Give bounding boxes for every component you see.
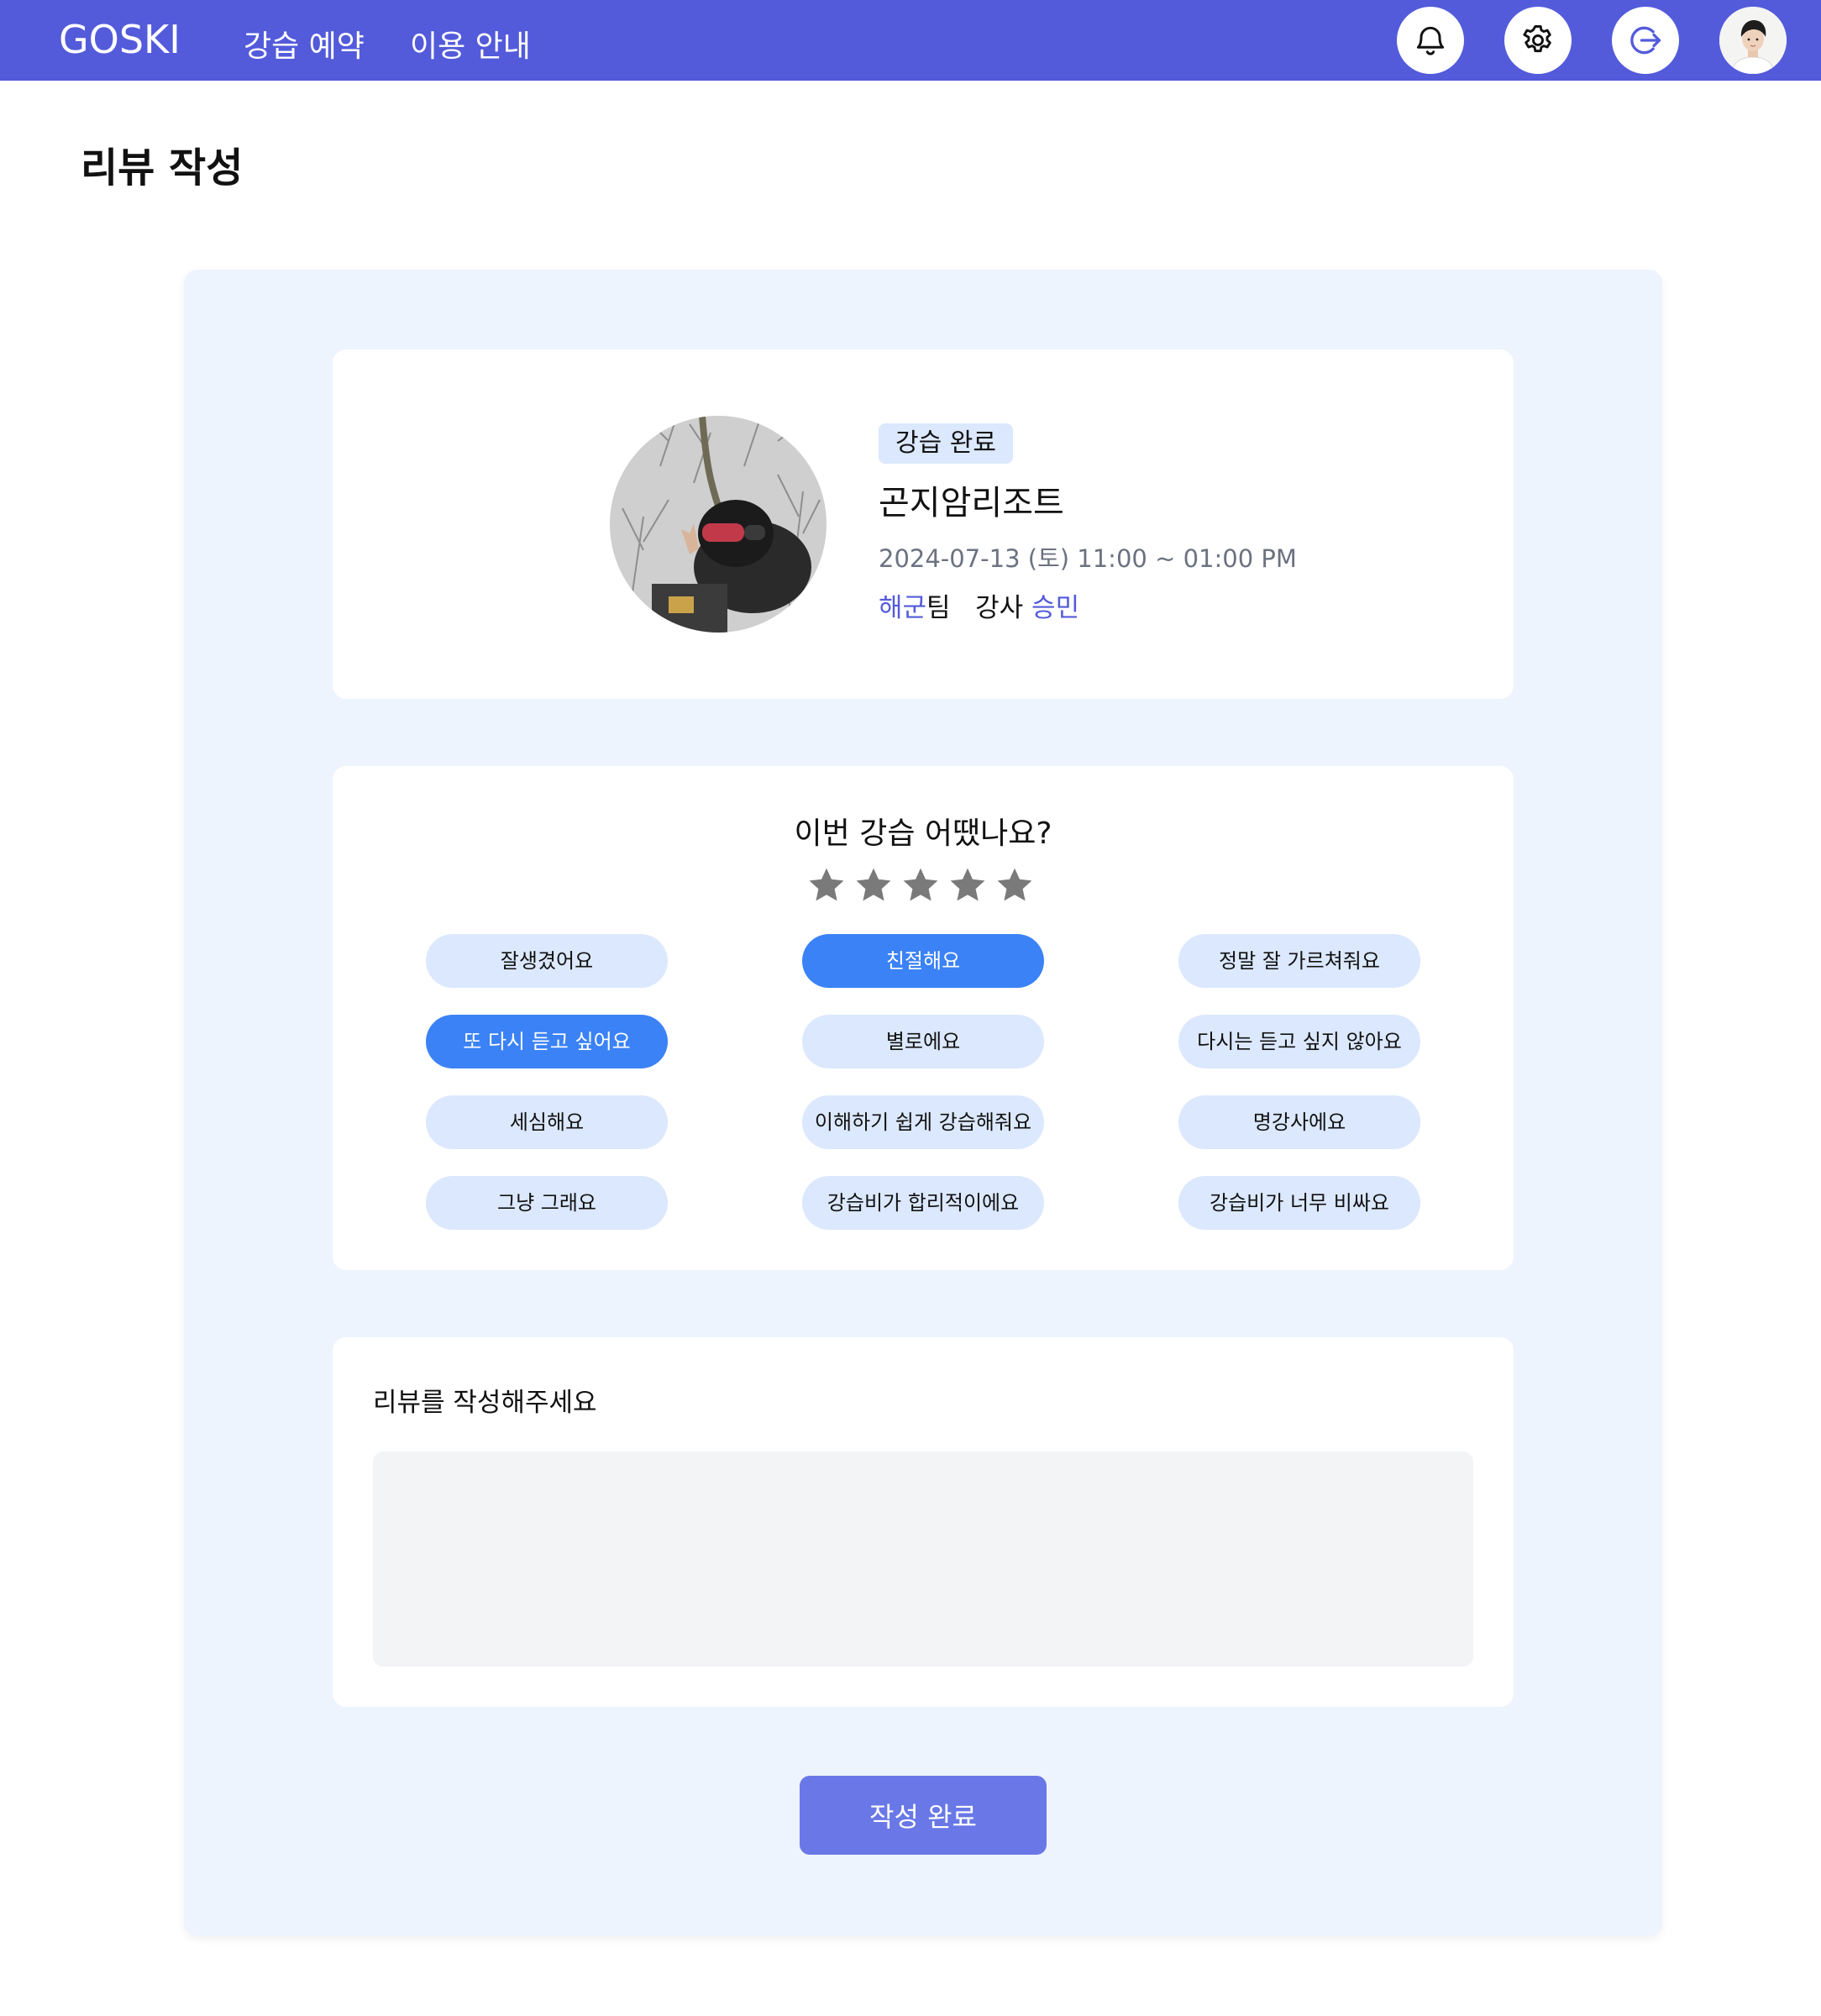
star-rating xyxy=(806,865,1035,907)
submit-review-button[interactable]: 작성 완료 xyxy=(800,1776,1047,1855)
gear-icon xyxy=(1523,25,1551,53)
tag-chip-kind[interactable]: 친절해요 xyxy=(802,934,1044,988)
star-2-icon[interactable] xyxy=(853,865,894,906)
instructor-label: 강사 xyxy=(975,593,1024,623)
logo[interactable]: GOSKI xyxy=(59,17,181,62)
tag-chip-handsome[interactable]: 잘생겼어요 xyxy=(426,934,668,988)
logout-icon xyxy=(1630,26,1661,55)
instructor-name: 승민 xyxy=(1031,593,1080,623)
page-title: 리뷰 작성 xyxy=(81,144,244,192)
tag-chip-want-again[interactable]: 또 다시 듣고 싶어요 xyxy=(426,1015,668,1068)
settings-button[interactable] xyxy=(1504,7,1572,74)
notification-button[interactable] xyxy=(1397,7,1464,74)
tag-chip-fair-price[interactable]: 강습비가 합리적이에요 xyxy=(802,1176,1044,1230)
tag-chip-never-again[interactable]: 다시는 듣고 싶지 않아요 xyxy=(1178,1015,1420,1068)
tag-chip-easy-to-understand[interactable]: 이해하기 쉽게 강습해줘요 xyxy=(802,1095,1044,1149)
tag-chip-not-good[interactable]: 별로에요 xyxy=(802,1015,1044,1068)
lesson-info-card xyxy=(333,349,1514,699)
star-3-icon[interactable] xyxy=(900,865,941,906)
team-suffix: 팀 xyxy=(926,593,951,623)
review-textarea[interactable] xyxy=(373,1452,1473,1667)
star-1-icon[interactable] xyxy=(806,865,847,906)
top-navbar: GOSKI 강습 예약 이용 안내 xyxy=(0,0,1821,81)
tag-chip-too-expensive[interactable]: 강습비가 너무 비싸요 xyxy=(1178,1176,1420,1230)
lesson-datetime: 2024-07-13 (토) 11:00 ~ 01:00 PM xyxy=(879,544,1297,573)
star-5-icon[interactable] xyxy=(994,865,1035,906)
team-instructor-line: 해군팀 강사 승민 xyxy=(879,586,1079,624)
rating-question: 이번 강습 어땠나요? xyxy=(794,816,1052,851)
skier-photo-image xyxy=(610,416,827,633)
star-4-icon[interactable] xyxy=(947,865,988,906)
nav-lesson-booking[interactable]: 강습 예약 xyxy=(244,22,365,66)
resort-name: 곤지암리조트 xyxy=(879,484,1064,522)
lesson-photo xyxy=(610,416,827,633)
tag-chip-teaches-well[interactable]: 정말 잘 가르쳐줘요 xyxy=(1178,934,1420,988)
bell-icon xyxy=(1416,26,1445,55)
review-label: 리뷰를 작성해주세요 xyxy=(373,1388,597,1418)
user-avatar[interactable] xyxy=(1719,7,1787,74)
avatar-image xyxy=(1719,7,1787,74)
tag-chip-great-instructor[interactable]: 명강사에요 xyxy=(1178,1095,1420,1149)
team-name: 해군 xyxy=(879,593,927,623)
status-badge: 강습 완료 xyxy=(879,423,1013,464)
tag-chip-attentive[interactable]: 세심해요 xyxy=(426,1095,668,1149)
nav-usage-guide[interactable]: 이용 안내 xyxy=(410,22,531,66)
logout-button[interactable] xyxy=(1612,7,1679,74)
tag-chip-so-so[interactable]: 그냥 그래요 xyxy=(426,1176,668,1230)
